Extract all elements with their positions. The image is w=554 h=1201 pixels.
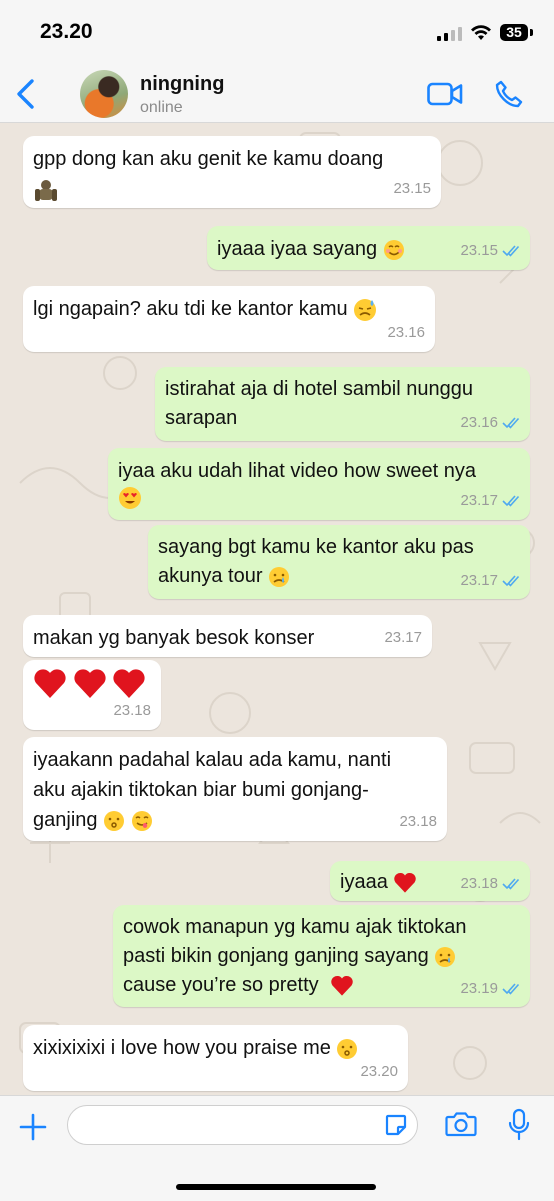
contact-name[interactable]: ningning [140,73,224,96]
message-text: iyaaa iyaa sayang [217,238,378,260]
contact-status: online [140,99,183,116]
back-chevron-icon[interactable] [14,78,38,110]
message-text: iyaaa [340,871,388,893]
message-input[interactable] [67,1105,418,1145]
message-time: 23.18 [399,813,437,830]
kissing-face-emoji [104,810,125,831]
clock: 23.20 [40,20,93,43]
message-list[interactable]: gpp dong kan aku genit ke kamu doang 23.… [0,123,554,1095]
microphone-icon[interactable] [507,1108,531,1142]
message-time: 23.18 [460,871,520,897]
message-text-line: iyaakann padahal kalau ada kamu, nanti [33,749,392,771]
message-time: 23.18 [113,702,151,719]
message-bubble-outgoing[interactable]: cowok manapun yg kamu ajak tiktokan past… [113,905,530,1007]
message-bubble-outgoing[interactable]: iyaaa iyaa sayang 23.15 [207,226,530,270]
red-heart-emoji [73,669,106,698]
message-text: xixixixixi i love how you praise me [33,1037,331,1059]
message-time: 23.15 [393,180,431,197]
message-bubble-incoming[interactable]: makan yg banyak besok konser 23.17 [23,615,432,657]
message-bubble-incoming[interactable]: 23.18 [23,660,161,730]
yum-face-emoji [131,810,152,831]
message-time: 23.15 [460,236,520,266]
battery-icon: 35 [500,24,528,41]
read-ticks-icon [502,878,520,890]
battery-tip [530,29,533,36]
message-text-line: sayang bgt kamu ke kantor aku pas [158,536,474,558]
message-time: 23.19 [460,974,520,1003]
sad-sweat-emoji [354,298,377,321]
voice-call-icon[interactable] [494,79,524,109]
video-call-icon[interactable] [427,82,463,106]
message-time: 23.17 [460,486,520,516]
message-bubble-incoming[interactable]: gpp dong kan aku genit ke kamu doang 23.… [23,136,441,208]
message-time: 23.17 [460,566,520,595]
red-heart-emoji [331,975,353,996]
red-heart-emoji [34,669,66,698]
message-text-line: aku ajakin tiktokan biar bumi gonjang- [33,779,369,801]
message-time: 23.16 [460,408,520,437]
plus-icon[interactable] [18,1112,48,1142]
camera-icon[interactable] [445,1111,477,1137]
message-text-line: ganjing [33,805,437,835]
message-text-line: istirahat aja di hotel sambil nunggu [165,378,473,400]
message-bubble-outgoing[interactable]: istirahat aja di hotel sambil nunggu sar… [155,367,530,441]
message-time: 23.17 [384,629,422,646]
chat-header: ningning online [0,64,554,123]
message-bubble-incoming[interactable]: lgi ngapain? aku tdi ke kantor kamu 23.1… [23,286,435,352]
message-bubble-outgoing[interactable]: iyaa aku udah lihat video how sweet nya … [108,448,530,520]
read-ticks-icon [502,983,520,995]
status-bar: 23.20 35 [0,0,554,64]
gorilla-sticker [35,180,57,201]
message-text-line: pasti bikin gonjang ganjing sayang [123,942,520,971]
message-bubble-outgoing[interactable]: iyaaa 23.18 [330,861,530,901]
message-text: gpp dong kan aku genit ke kamu doang [33,148,384,170]
composer-bar [0,1095,554,1201]
cellular-signal-icon [437,27,463,41]
avatar[interactable] [80,70,128,118]
wifi-icon [471,25,491,40]
smiling-face-emoji [383,239,404,260]
message-text: iyaa aku udah lihat video how sweet nya [118,460,477,482]
crying-face-emoji [435,946,456,967]
read-ticks-icon [502,417,520,429]
kissing-face-emoji [337,1038,358,1059]
message-text: makan yg banyak besok konser [33,627,315,649]
read-ticks-icon [502,575,520,587]
message-bubble-incoming[interactable]: xixixixixi i love how you praise me 23.2… [23,1025,408,1091]
red-heart-emoji [394,872,417,893]
heart-eyes-emoji [119,487,141,509]
message-bubble-incoming[interactable]: iyaakann padahal kalau ada kamu, nanti a… [23,737,447,841]
sticker-icon[interactable] [384,1113,408,1137]
message-text-line: cowok manapun yg kamu ajak tiktokan [123,916,467,938]
read-ticks-icon [502,245,520,257]
message-time: 23.16 [387,324,425,341]
message-text: lgi ngapain? aku tdi ke kantor kamu [33,298,348,320]
crying-face-emoji [269,566,290,587]
message-time: 23.20 [360,1063,398,1080]
read-ticks-icon [502,495,520,507]
message-bubble-outgoing[interactable]: sayang bgt kamu ke kantor aku pas akunya… [148,525,530,599]
home-indicator [176,1184,376,1190]
